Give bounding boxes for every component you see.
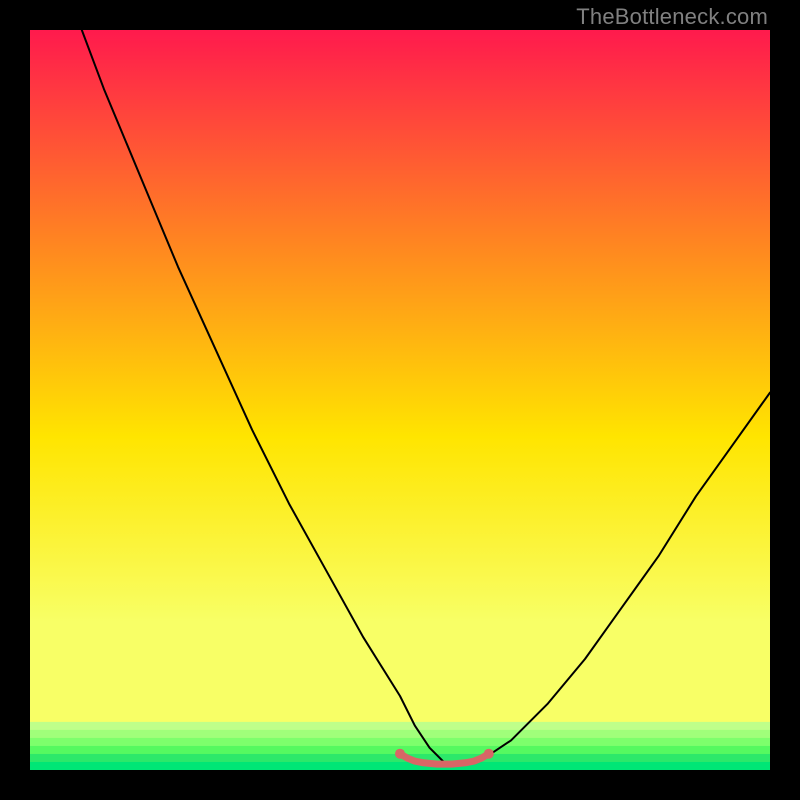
valley-endpoint	[484, 749, 494, 759]
band-stripe	[30, 722, 770, 731]
watermark-text: TheBottleneck.com	[576, 4, 768, 30]
valley-endpoint	[395, 749, 405, 759]
chart-bottom-band	[30, 722, 770, 770]
bottleneck-chart	[30, 30, 770, 770]
chart-container	[30, 30, 770, 770]
chart-background	[30, 30, 770, 770]
band-stripe	[30, 730, 770, 739]
band-stripe	[30, 762, 770, 770]
band-stripe	[30, 738, 770, 747]
